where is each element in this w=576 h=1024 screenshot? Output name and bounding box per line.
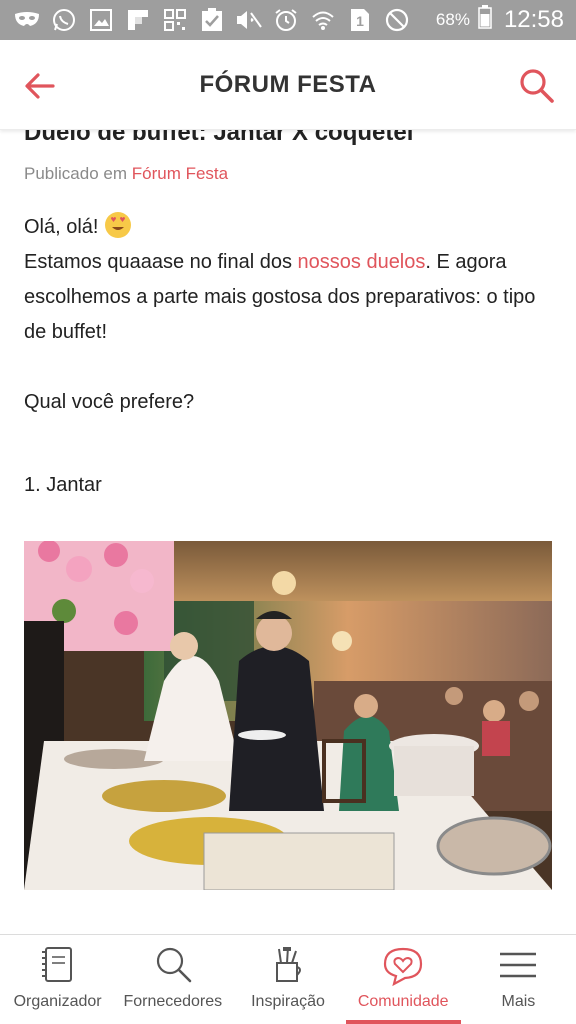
- nav-item-fornecedores[interactable]: Fornecedores: [115, 935, 230, 1024]
- nav-item-mais[interactable]: Mais: [461, 935, 576, 1024]
- flipboard-icon: [125, 8, 151, 32]
- nav-item-comunidade[interactable]: Comunidade: [345, 935, 462, 1024]
- nav-label: Comunidade: [357, 993, 449, 1010]
- nav-item-organizador[interactable]: Organizador: [0, 935, 115, 1024]
- nossos-duelos-link[interactable]: nossos duelos: [298, 251, 426, 273]
- heart-eyes-emoji-icon: [104, 211, 132, 239]
- alarm-icon: [273, 8, 299, 32]
- arrow-left-icon: [25, 73, 55, 99]
- menu-icon: [500, 952, 537, 978]
- page-title: FÓRUM FESTA: [199, 70, 377, 98]
- clock: 12:58: [503, 6, 564, 33]
- back-button[interactable]: [22, 68, 58, 104]
- mute-icon: [236, 8, 262, 32]
- published-prefix: Publicado em: [24, 164, 128, 183]
- search-icon: [156, 947, 192, 983]
- pencil-cup-icon: [276, 946, 301, 982]
- bottom-nav: Organizador Fornecedores Inspiração Comu…: [0, 934, 576, 1024]
- status-bar: 1 68% 12:58: [0, 0, 576, 40]
- battery-percent: 68%: [435, 10, 470, 29]
- sim-icon: 1: [347, 8, 373, 32]
- wifi-icon: [310, 8, 336, 32]
- app-header: FÓRUM FESTA: [0, 40, 576, 130]
- svg-text:1: 1: [356, 13, 364, 29]
- question-text: Qual você prefere?: [24, 391, 195, 413]
- dnd-icon: [384, 8, 410, 32]
- qr-icon: [162, 8, 188, 32]
- body-text-start: Estamos quaaase no final dos: [24, 251, 298, 273]
- nav-label: Mais: [501, 993, 536, 1010]
- greeting-text: Olá, olá!: [24, 216, 99, 238]
- item-heading: 1. Jantar: [24, 474, 102, 496]
- post-body: Olá, olá! Estamos quaaase no final dos n…: [24, 210, 552, 503]
- search-icon: [520, 69, 554, 103]
- heart-chat-icon: [384, 947, 423, 987]
- mask-icon: [14, 8, 40, 32]
- published-line: Publicado em Fórum Festa: [24, 164, 552, 184]
- category-link[interactable]: Fórum Festa: [132, 164, 228, 183]
- wedding-buffet-photo[interactable]: [24, 541, 552, 890]
- search-button[interactable]: [518, 67, 556, 105]
- clipboard-check-icon: [199, 8, 225, 32]
- gallery-icon: [88, 8, 114, 32]
- nav-label: Fornecedores: [123, 993, 223, 1010]
- battery-icon: [478, 5, 492, 35]
- whatsapp-icon: [51, 8, 77, 32]
- notebook-icon: [41, 947, 72, 982]
- nav-label: Inspiração: [251, 993, 325, 1010]
- nav-label: Organizador: [13, 993, 102, 1010]
- post-content: Duelo de buffet: Jantar X coquetel Publi…: [24, 118, 552, 503]
- nav-item-inspiracao[interactable]: Inspiração: [230, 935, 345, 1024]
